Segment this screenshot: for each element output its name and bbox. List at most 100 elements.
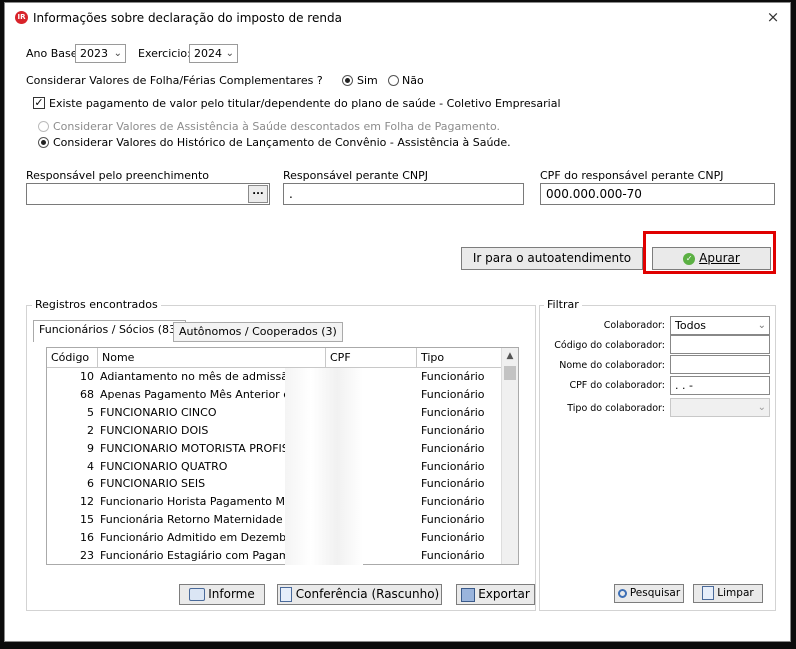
cell-tipo: Funcionário	[421, 513, 485, 527]
table-row[interactable]: 2 FUNCIONARIO DOIS Funcionário	[47, 422, 502, 440]
limpar-label: Limpar	[717, 587, 754, 599]
table-row[interactable]: 9 FUNCIONARIO MOTORISTA PROFISSIONAL Funci…	[47, 440, 502, 458]
save-icon	[461, 587, 476, 602]
apurar-button[interactable]: ✓ Apurar	[652, 247, 771, 270]
filtro-codigo-input[interactable]	[670, 335, 770, 354]
radio-historico-convenio[interactable]	[38, 137, 49, 148]
table-row[interactable]: 68Apenas Pagamento Mês Anterior e Rescis…	[47, 386, 502, 404]
document-icon	[279, 587, 292, 602]
filtro-nome-label: Nome do colaborador:	[559, 360, 665, 371]
filtro-cpf-label: CPF do colaborador:	[569, 380, 665, 391]
printer-icon	[189, 588, 206, 601]
cell-codigo: 6	[87, 477, 94, 491]
ano-base-select[interactable]: 2023 ⌄	[75, 44, 126, 63]
filtro-tipo-select[interactable]: ⌄	[670, 398, 770, 417]
exercicio-value: 2024	[194, 47, 222, 60]
filtro-colaborador-select[interactable]: Todos ⌄	[670, 316, 770, 335]
registros-table: Código Nome CPF Tipo 10 Adiantamento no m…	[46, 347, 519, 565]
chevron-down-icon: ⌄	[113, 48, 122, 59]
close-button[interactable]: ×	[764, 8, 782, 26]
cell-tipo: Funcionário	[421, 405, 485, 419]
cell-codigo: 23	[80, 549, 94, 562]
scroll-thumb[interactable]	[504, 366, 516, 380]
table-row[interactable]: 23Funcionário Estagiário com Pagamento M…	[47, 547, 502, 564]
cell-codigo: 4	[87, 459, 94, 473]
table-row[interactable]: 16 Funcionário Admitido em Dezembro do An…	[47, 529, 502, 547]
exportar-button[interactable]: Exportar	[456, 584, 535, 605]
table-row[interactable]: 12 Funcionario Horista Pagamento Mês Ante…	[47, 493, 502, 511]
col-codigo[interactable]: Código	[47, 348, 98, 367]
check-circle-icon: ✓	[683, 252, 696, 265]
filtrar-title: Filtrar	[544, 298, 582, 311]
cell-tipo: Funcionário	[421, 495, 485, 509]
filtro-cpf-input[interactable]: . . -	[670, 376, 770, 395]
window-title: Informações sobre declaração do imposto …	[33, 11, 342, 25]
cell-tipo: Funcionário	[421, 441, 485, 455]
ano-base-label: Ano Base:	[26, 47, 82, 60]
table-row[interactable]: 15 Funcionária Retorno Maternidade com de…	[47, 511, 502, 529]
table-row[interactable]: 6 FUNCIONARIO SEIS Funcionário	[47, 475, 502, 493]
responsavel-preenchimento-input[interactable]	[26, 183, 270, 205]
exercicio-label: Exercicio:	[138, 47, 191, 60]
exportar-label: Exportar	[478, 587, 530, 601]
radio-nao[interactable]	[388, 75, 399, 86]
exercicio-select[interactable]: 2024 ⌄	[189, 44, 238, 63]
filtro-nome-input[interactable]	[670, 355, 770, 374]
cell-tipo: Funcionário	[421, 387, 485, 401]
cpf-responsavel-input[interactable]: 000.000.000-70	[540, 183, 775, 205]
cell-codigo: 68	[80, 387, 94, 401]
radio-assistencia-folha-label: Considerar Valores de Assistência à Saúd…	[53, 120, 501, 133]
ano-base-value: 2023	[80, 47, 108, 60]
cell-tipo: Funcionário	[421, 549, 485, 562]
filtro-tipo-label: Tipo do colaborador:	[567, 403, 665, 414]
table-row[interactable]: 10 Adiantamento no mês de admissão Funcion…	[47, 368, 502, 386]
tab-autonomos[interactable]: Autônomos / Cooperados (3)	[173, 322, 343, 342]
plano-saude-checkbox[interactable]: ✓	[33, 97, 45, 109]
complementares-question: Considerar Valores de Folha/Férias Compl…	[26, 74, 323, 87]
registros-title: Registros encontrados	[32, 298, 161, 311]
cell-codigo: 9	[87, 441, 94, 455]
filtro-colaborador-value: Todos	[675, 319, 707, 332]
informe-label: Informe	[208, 587, 255, 601]
app-logo-icon: IR	[15, 11, 28, 24]
col-nome[interactable]: Nome	[98, 348, 326, 367]
col-cpf[interactable]: CPF	[326, 348, 417, 367]
cell-codigo: 10	[80, 370, 94, 383]
responsavel-cnpj-label: Responsável perante CNPJ	[283, 169, 428, 182]
cell-codigo: 15	[80, 513, 94, 527]
col-tipo[interactable]: Tipo	[417, 348, 502, 367]
table-scrollbar[interactable]: ▲	[501, 348, 518, 564]
filtro-colaborador-label: Colaborador:	[603, 320, 665, 331]
chevron-down-icon: ⌄	[225, 48, 234, 59]
pesquisar-button[interactable]: Pesquisar	[614, 584, 684, 603]
search-icon	[617, 588, 627, 598]
table-row[interactable]: 4 FUNCIONARIO QUATRO Funcionário	[47, 458, 502, 476]
title-bar: IR Informações sobre declaração do impos…	[5, 3, 790, 33]
cell-codigo: 2	[87, 423, 94, 437]
responsavel-preenchimento-label: Responsável pelo preenchimento	[26, 169, 210, 182]
apurar-label: Apurar	[699, 251, 740, 265]
cell-codigo: 5	[87, 405, 94, 419]
cell-tipo: Funcionário	[421, 370, 485, 383]
cell-tipo: Funcionário	[421, 423, 485, 437]
scroll-up-icon[interactable]: ▲	[502, 348, 518, 365]
cell-tipo: Funcionário	[421, 477, 485, 491]
responsavel-cnpj-input[interactable]: .	[283, 183, 524, 205]
pesquisar-label: Pesquisar	[629, 587, 681, 599]
table-row[interactable]: 5 FUNCIONARIO CINCO Funcionário	[47, 404, 502, 422]
cpf-redaction	[285, 368, 363, 565]
autoatendimento-button[interactable]: Ir para o autoatendimento	[461, 247, 643, 270]
chevron-down-icon: ⌄	[757, 320, 766, 331]
browse-responsavel-button[interactable]: ...	[248, 185, 268, 203]
limpar-button[interactable]: Limpar	[693, 584, 763, 603]
tab-funcionarios[interactable]: Funcionários / Sócios (83)	[33, 320, 187, 342]
cell-codigo: 16	[80, 531, 94, 545]
radio-sim[interactable]	[342, 75, 353, 86]
informe-button[interactable]: Informe	[179, 584, 265, 605]
conferencia-button[interactable]: Conferência (Rascunho)	[277, 584, 442, 605]
radio-historico-convenio-label: Considerar Valores do Histórico de Lança…	[53, 136, 511, 149]
radio-assistencia-folha[interactable]	[38, 121, 49, 132]
plano-saude-label: Existe pagamento de valor pelo titular/d…	[49, 97, 561, 110]
cell-tipo: Funcionário	[421, 459, 485, 473]
cell-codigo: 12	[80, 495, 94, 509]
